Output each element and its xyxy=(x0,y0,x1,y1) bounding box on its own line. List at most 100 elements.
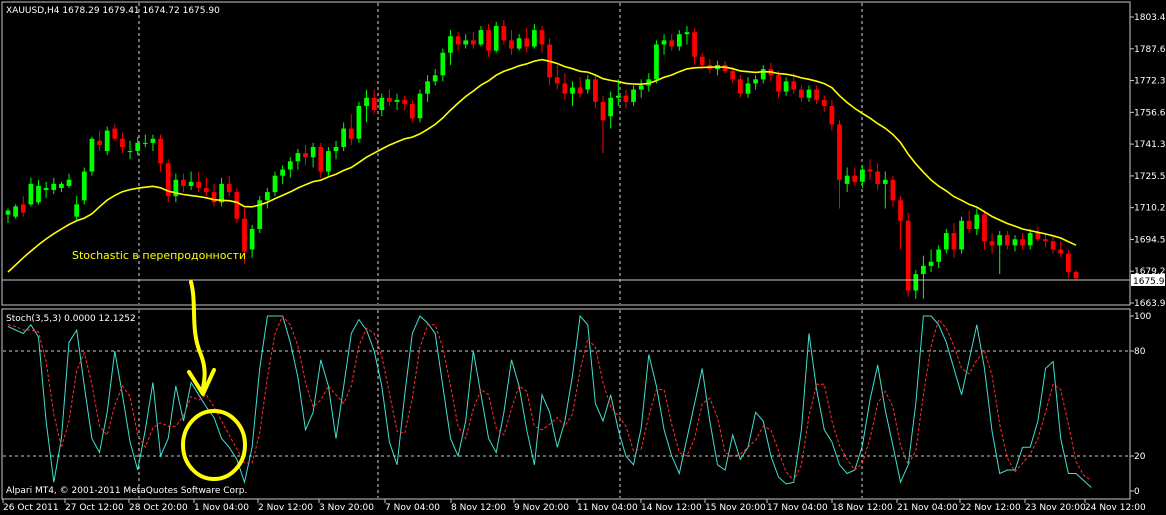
time-tick-label: 18 Nov 12:00 xyxy=(832,503,893,513)
candle-bull xyxy=(478,30,484,45)
candle-bear xyxy=(158,138,163,164)
candle-bear xyxy=(409,103,415,119)
time-tick-label: 14 Nov 12:00 xyxy=(641,503,702,513)
candle-bull xyxy=(760,69,766,80)
candle-bull xyxy=(974,214,980,229)
time-axis: 26 Oct 2011 27 Oct 12:00 28 Oct 20:00 1 Nov… xyxy=(2,499,1146,513)
candle-bear xyxy=(112,128,118,139)
candle-bear xyxy=(402,99,408,104)
candle-bull xyxy=(806,89,812,98)
price-tick-label: 1741.30 xyxy=(1134,140,1166,150)
candle-bear xyxy=(554,77,560,84)
candle-bear xyxy=(486,30,491,51)
candle-bear xyxy=(1073,272,1079,279)
candle-bull xyxy=(882,179,888,184)
price-tick-label: 1756.60 xyxy=(1134,108,1166,118)
price-tick-label: 1710.25 xyxy=(1134,204,1166,214)
candle-bull xyxy=(66,179,72,186)
candle-bull xyxy=(440,52,446,76)
candle-bear xyxy=(692,32,697,57)
candle-bull xyxy=(943,233,949,250)
candle-bull xyxy=(89,138,95,172)
candle-bull xyxy=(921,265,926,275)
candle-bear xyxy=(509,40,514,49)
candle-bull xyxy=(997,235,1003,246)
candle-bull xyxy=(36,185,41,203)
candle-bull xyxy=(425,81,430,94)
time-tick-label: 27 Oct 12:00 xyxy=(65,503,124,513)
candle-bull xyxy=(661,40,667,45)
candle-bull xyxy=(280,169,285,176)
indicator-panel-frame xyxy=(1,308,1131,500)
candle-bull xyxy=(104,130,110,152)
candle-bear xyxy=(539,30,545,45)
candle-bear xyxy=(699,56,705,65)
price-tick-label: 1663.90 xyxy=(1134,299,1166,309)
candle-bear xyxy=(852,175,858,182)
candle-bear xyxy=(966,220,972,229)
time-tick-label: 21 Nov 04:00 xyxy=(897,503,958,513)
candle-bull xyxy=(310,146,316,158)
candle-bull xyxy=(81,171,87,201)
time-tick-label: 2 Nov 12:00 xyxy=(258,503,313,513)
candle-bear xyxy=(470,40,476,45)
candle-bear xyxy=(600,101,606,121)
oversold-annotation: Stochastic в перепродонности xyxy=(72,249,246,262)
candle-bull xyxy=(432,75,438,82)
candle-bull xyxy=(272,175,278,193)
time-tick-label: 22 Nov 12:00 xyxy=(960,503,1021,513)
candle-bull xyxy=(188,181,194,186)
candle-bull xyxy=(631,89,636,102)
candle-bull xyxy=(585,79,591,90)
candle-bear xyxy=(593,79,598,102)
candle-bear xyxy=(20,204,26,213)
candle-bull xyxy=(684,32,690,35)
candle-bear xyxy=(669,40,675,47)
candle-bear xyxy=(821,99,827,106)
candle-bear xyxy=(387,97,392,102)
candle-bull xyxy=(356,105,362,139)
candle-bear xyxy=(120,138,125,147)
candle-bull xyxy=(295,153,301,162)
copyright-text: Alpari MT4, © 2001-2011 MetaQuotes Softw… xyxy=(6,486,247,496)
stochastic-tick-label: 20 xyxy=(1134,452,1146,462)
candle-bull xyxy=(928,261,934,266)
candle-bull xyxy=(5,210,11,215)
candle-bull xyxy=(341,128,347,147)
candle-bear xyxy=(524,38,530,47)
candle-bear xyxy=(577,87,583,94)
candle-bull xyxy=(516,38,522,49)
candle-bull xyxy=(150,138,156,143)
candle-bull xyxy=(570,87,575,94)
candle-bull xyxy=(59,183,64,188)
candle-bear xyxy=(303,153,308,158)
time-tick-label: 1 Nov 04:00 xyxy=(194,503,249,513)
candle-bear xyxy=(791,81,797,90)
price-axis: 1803.40 1787.65 1772.35 1756.60 1741.30 1725.… xyxy=(1130,13,1166,309)
price-tick-label: 1772.35 xyxy=(1134,77,1166,87)
candle-bear xyxy=(837,124,842,180)
candle-bull xyxy=(608,97,614,117)
candle-bear xyxy=(776,75,781,92)
time-tick-label: 11 Nov 04:00 xyxy=(577,503,638,513)
stochastic-tick-label: 80 xyxy=(1134,347,1146,357)
candle-bear xyxy=(1066,253,1071,273)
candle-bear xyxy=(898,200,903,221)
candle-bear xyxy=(203,187,209,193)
chart-canvas[interactable]: XAUUSD,H4 1678.29 1679.41 1674.72 1675.9… xyxy=(0,0,1166,515)
candle-bear xyxy=(181,179,186,186)
candle-bear xyxy=(1020,239,1025,246)
candle-bull xyxy=(1012,239,1018,246)
candle-bull xyxy=(638,85,644,90)
candle-bull xyxy=(43,187,49,191)
candle-bull xyxy=(333,146,339,152)
price-tick-label: 1725.55 xyxy=(1134,172,1166,182)
candle-bull xyxy=(142,142,148,144)
candle-bear xyxy=(501,26,507,41)
candle-bear xyxy=(1043,239,1048,242)
candle-bear xyxy=(730,71,736,80)
candle-bull xyxy=(13,206,18,217)
candle-bull xyxy=(936,249,942,262)
candle-bull xyxy=(913,274,919,291)
candle-bull xyxy=(615,95,621,98)
